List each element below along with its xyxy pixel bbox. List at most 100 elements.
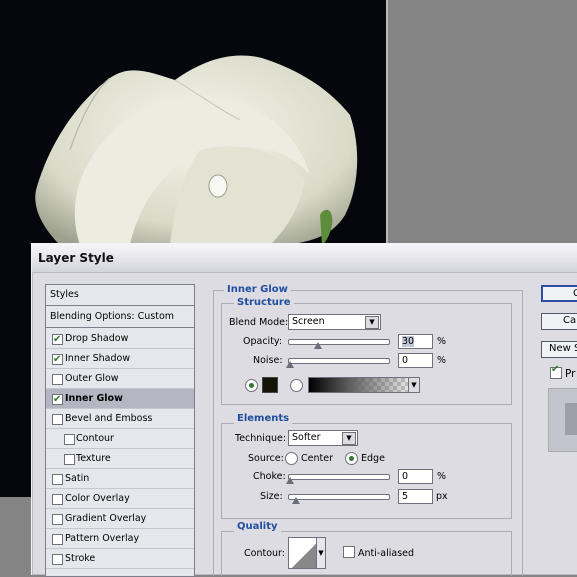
- ok-button-label: C: [573, 288, 577, 299]
- blend-mode-select[interactable]: Screen ▼: [288, 314, 381, 330]
- style-checkbox[interactable]: [52, 474, 63, 485]
- style-item-label: Inner Shadow: [65, 353, 131, 364]
- quality-title: Quality: [234, 521, 281, 532]
- noise-unit: %: [437, 355, 447, 366]
- chevron-down-icon: ▼: [365, 316, 379, 329]
- style-item-satin[interactable]: Satin: [46, 469, 194, 489]
- canvas-border: [386, 0, 388, 245]
- source-center-label: Center: [301, 453, 333, 464]
- style-item-texture[interactable]: Texture: [46, 449, 194, 469]
- structure-title: Structure: [234, 297, 294, 308]
- style-item-color-overlay[interactable]: Color Overlay: [46, 489, 194, 509]
- style-item-label: Stroke: [65, 553, 96, 564]
- technique-label: Technique:: [235, 433, 287, 444]
- size-field[interactable]: 5: [398, 489, 433, 504]
- style-item-label: Inner Glow: [65, 393, 123, 404]
- size-unit: px: [436, 491, 448, 502]
- style-item-stroke[interactable]: Stroke: [46, 549, 194, 569]
- cancel-button[interactable]: Can: [541, 313, 577, 330]
- style-checkbox[interactable]: [52, 554, 63, 565]
- choke-slider[interactable]: [288, 474, 390, 480]
- style-checkbox[interactable]: [52, 534, 63, 545]
- opacity-slider[interactable]: [288, 339, 390, 345]
- rose-image: [35, 55, 358, 245]
- new-style-button-label: New S: [549, 343, 577, 354]
- size-slider-thumb[interactable]: [292, 497, 300, 504]
- choke-label: Choke:: [253, 471, 286, 482]
- style-checkbox[interactable]: [52, 514, 63, 525]
- choke-value: 0: [402, 471, 409, 482]
- source-center-radio[interactable]: [285, 452, 298, 465]
- noise-label: Noise:: [253, 355, 283, 366]
- style-checkbox[interactable]: [64, 434, 75, 445]
- chevron-down-icon: ▼: [316, 537, 326, 569]
- noise-slider-thumb[interactable]: [286, 361, 294, 368]
- style-checkbox[interactable]: [52, 330, 63, 350]
- noise-field[interactable]: 0: [398, 353, 433, 368]
- opacity-slider-thumb[interactable]: [314, 342, 322, 349]
- style-item-drop-shadow[interactable]: Drop Shadow: [46, 329, 194, 350]
- preview-label: Pr: [565, 368, 576, 380]
- choke-unit: %: [437, 471, 447, 482]
- blend-mode-label: Blend Mode:: [229, 317, 289, 328]
- anti-aliased-label: Anti-aliased: [358, 548, 415, 559]
- inner-glow-title: Inner Glow: [224, 284, 291, 295]
- glow-color-swatch[interactable]: [262, 377, 278, 393]
- contour-picker[interactable]: ▼: [288, 537, 326, 569]
- style-item-inner-shadow[interactable]: Inner Shadow: [46, 349, 194, 370]
- opacity-value: 30: [402, 336, 415, 347]
- solid-color-radio[interactable]: [245, 379, 258, 392]
- style-separator: [46, 568, 194, 569]
- style-checkbox[interactable]: [52, 414, 63, 425]
- new-style-button[interactable]: New S: [541, 341, 577, 358]
- noise-value: 0: [402, 355, 409, 366]
- size-slider[interactable]: [288, 494, 390, 500]
- blend-mode-value: Screen: [292, 316, 325, 327]
- contour-label: Contour:: [244, 548, 285, 559]
- style-checkbox[interactable]: [52, 350, 63, 370]
- style-item-label: Drop Shadow: [65, 333, 129, 344]
- chevron-down-icon: ▼: [408, 377, 420, 393]
- size-label: Size:: [260, 491, 283, 502]
- style-checkbox[interactable]: [64, 454, 75, 465]
- elements-title: Elements: [234, 413, 293, 424]
- source-edge-radio[interactable]: [345, 452, 358, 465]
- style-item-inner-glow[interactable]: Inner Glow: [46, 389, 194, 410]
- technique-value: Softer: [292, 432, 321, 443]
- style-item-contour[interactable]: Contour: [46, 429, 194, 449]
- styles-list: Styles Blending Options: Custom Drop Sha…: [45, 284, 195, 577]
- style-item-label: Color Overlay: [65, 493, 130, 504]
- opacity-label: Opacity:: [243, 336, 283, 347]
- dialog-titlebar[interactable]: Layer Style: [32, 244, 577, 273]
- gradient-radio[interactable]: [290, 379, 303, 392]
- opacity-unit: %: [437, 336, 447, 347]
- choke-field[interactable]: 0: [398, 469, 433, 484]
- style-preview-thumbnail: [548, 388, 577, 452]
- noise-slider[interactable]: [288, 358, 390, 364]
- chevron-down-icon: ▼: [342, 432, 356, 445]
- style-checkbox[interactable]: [52, 374, 63, 385]
- styles-header[interactable]: Styles: [46, 285, 194, 306]
- opacity-field[interactable]: 30: [398, 334, 433, 349]
- style-checkbox[interactable]: [52, 494, 63, 505]
- style-item-label: Bevel and Emboss: [65, 413, 153, 424]
- choke-slider-thumb[interactable]: [286, 477, 294, 484]
- style-item-bevel-and-emboss[interactable]: Bevel and Emboss: [46, 409, 194, 429]
- dialog-title: Layer Style: [38, 251, 114, 265]
- style-item-gradient-overlay[interactable]: Gradient Overlay: [46, 509, 194, 529]
- style-item-pattern-overlay[interactable]: Pattern Overlay: [46, 529, 194, 549]
- ok-button[interactable]: C: [541, 285, 577, 302]
- size-value: 5: [402, 491, 409, 502]
- preview-checkbox[interactable]: [550, 364, 562, 379]
- layer-style-dialog: Layer Style Styles Blending Options: Cus…: [31, 243, 577, 577]
- style-checkbox[interactable]: [52, 390, 63, 410]
- technique-select[interactable]: Softer ▼: [288, 430, 358, 446]
- blending-options-item[interactable]: Blending Options: Custom: [46, 307, 194, 328]
- style-item-label: Satin: [65, 473, 90, 484]
- gradient-picker[interactable]: ▼: [308, 377, 420, 393]
- anti-aliased-checkbox[interactable]: [343, 546, 355, 558]
- style-item-outer-glow[interactable]: Outer Glow: [46, 369, 194, 389]
- style-item-label: Texture: [76, 453, 111, 464]
- blending-options-label: Blending Options: Custom: [50, 311, 175, 322]
- style-item-label: Contour: [76, 433, 114, 444]
